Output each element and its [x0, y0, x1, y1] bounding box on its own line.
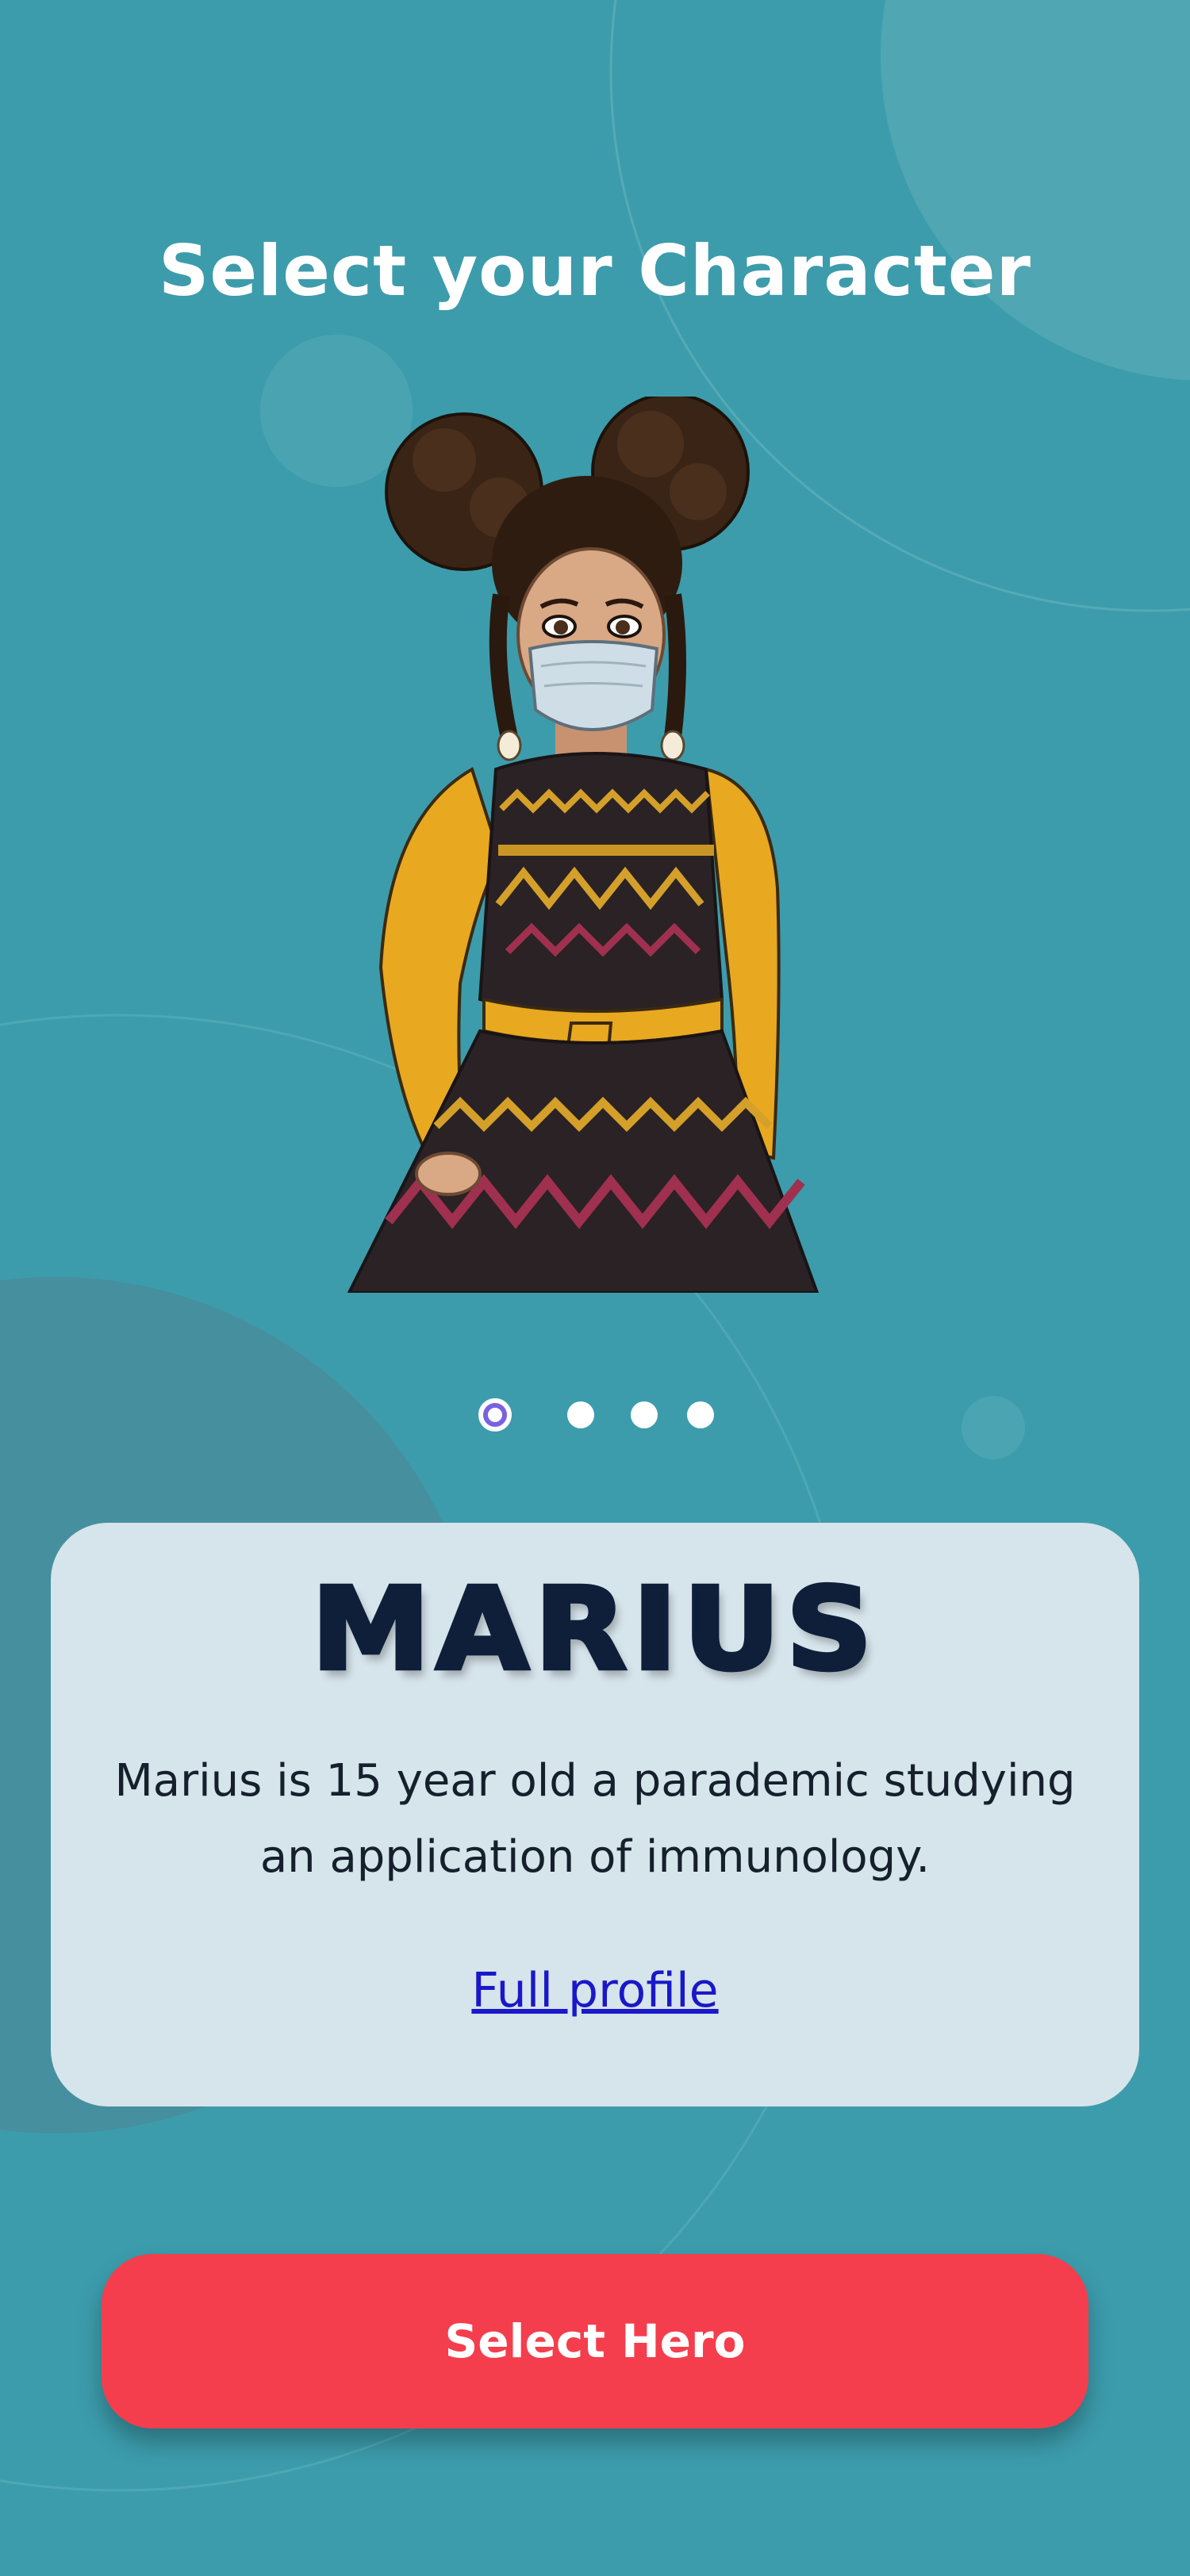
- full-profile-link[interactable]: Full profile: [51, 1963, 1139, 2018]
- select-hero-button[interactable]: Select Hero: [102, 2254, 1088, 2428]
- character-card: MARIUS Marius is 15 year old a parademic…: [51, 1523, 1139, 2106]
- page-title: Select your Character: [159, 230, 1031, 312]
- carousel-dot-3[interactable]: [631, 1401, 658, 1428]
- carousel-dot-2[interactable]: [567, 1401, 594, 1428]
- carousel-pagination: [0, 1394, 1190, 1450]
- character-name: MARIUS: [309, 1564, 879, 1696]
- character-illustration: [347, 397, 820, 1293]
- character-description: Marius is 15 year old a parademic studyi…: [114, 1755, 1076, 1883]
- carousel-dot-4[interactable]: [687, 1401, 714, 1428]
- carousel-dot-1-active[interactable]: [478, 1398, 512, 1432]
